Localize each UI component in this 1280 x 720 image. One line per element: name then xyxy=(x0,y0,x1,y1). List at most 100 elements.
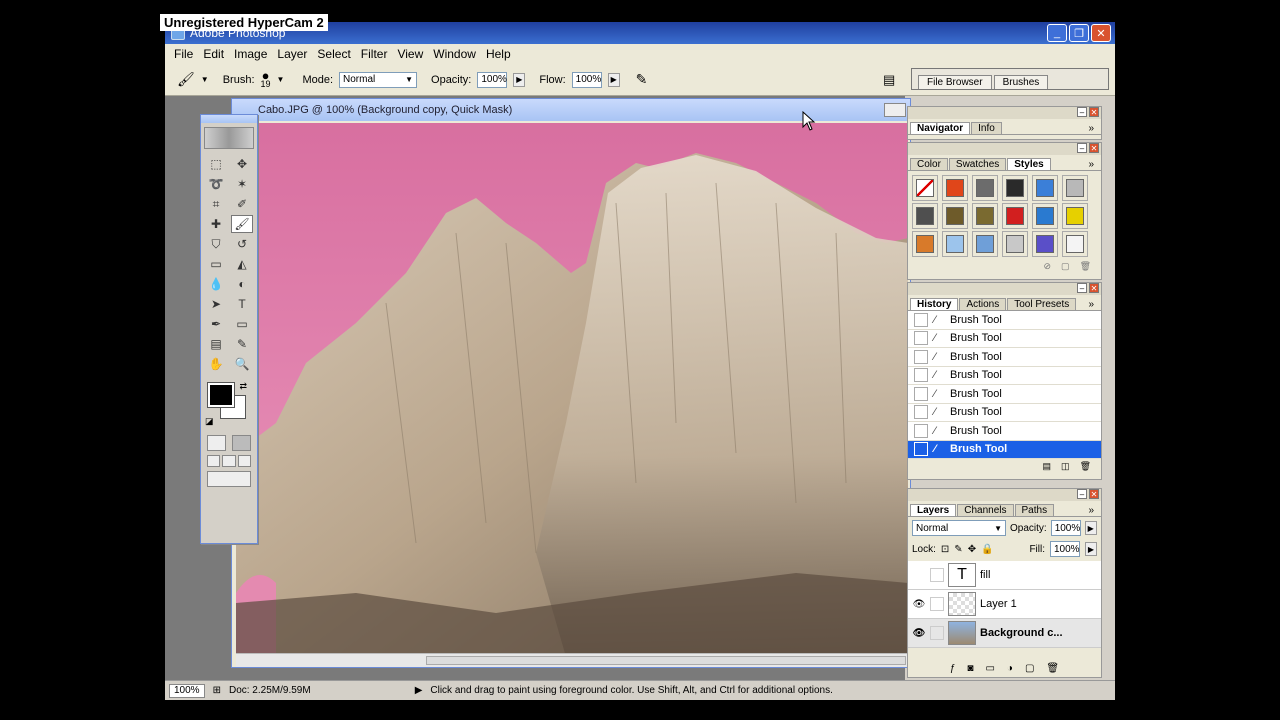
tab-paths[interactable]: Paths xyxy=(1014,504,1055,516)
new-style-icon[interactable]: ▢ xyxy=(1061,261,1070,272)
blend-mode-select[interactable]: Normal ▼ xyxy=(912,520,1006,536)
eraser-tool-icon[interactable]: ▭ xyxy=(205,255,227,273)
path-selection-tool-icon[interactable]: ➤ xyxy=(205,295,227,313)
layer-row[interactable]: T fill xyxy=(908,561,1101,590)
blur-tool-icon[interactable]: 💧 xyxy=(205,275,227,293)
standard-mode-button[interactable] xyxy=(207,435,226,451)
screen-mode-full-button[interactable] xyxy=(237,455,251,467)
opacity-slider-toggle-icon[interactable]: ▶ xyxy=(513,72,526,87)
panel-minimize-icon[interactable]: – xyxy=(1077,283,1087,293)
lasso-tool-icon[interactable]: ➰ xyxy=(205,175,227,193)
style-swatch[interactable] xyxy=(1062,231,1088,257)
panel-minimize-icon[interactable]: – xyxy=(1077,143,1087,153)
menu-view[interactable]: View xyxy=(392,47,428,61)
panel-close-icon[interactable]: ✕ xyxy=(1089,489,1099,499)
style-swatch[interactable] xyxy=(912,203,938,229)
tab-swatches[interactable]: Swatches xyxy=(948,158,1007,170)
magic-wand-tool-icon[interactable]: ✶ xyxy=(231,175,253,193)
screen-mode-standard-button[interactable] xyxy=(207,455,221,467)
hand-tool-icon[interactable]: ✋ xyxy=(205,355,227,373)
style-swatch[interactable] xyxy=(972,231,998,257)
new-set-icon[interactable]: ▭ xyxy=(985,663,994,674)
pen-tool-icon[interactable]: ✒ xyxy=(205,315,227,333)
lock-position-icon[interactable]: ✥ xyxy=(968,544,976,555)
brush-tool-icon[interactable]: 🖌 xyxy=(231,215,253,233)
panel-close-icon[interactable]: ✕ xyxy=(1089,107,1099,117)
history-item[interactable]: ⁄ Brush Tool xyxy=(908,329,1101,348)
lock-pixels-icon[interactable]: ✎ xyxy=(954,544,962,555)
delete-layer-icon[interactable]: 🗑 xyxy=(1046,663,1059,674)
style-swatch[interactable] xyxy=(1032,231,1058,257)
link-toggle[interactable] xyxy=(930,626,944,640)
layer-row-selected[interactable]: 👁 Background c... xyxy=(908,619,1101,648)
jump-to-imageready-button[interactable] xyxy=(207,471,251,487)
notes-tool-icon[interactable]: ▤ xyxy=(205,335,227,353)
tab-navigator[interactable]: Navigator xyxy=(910,122,971,134)
status-arrow-icon[interactable]: ▶ xyxy=(415,685,423,696)
style-swatch[interactable] xyxy=(1062,203,1088,229)
clear-style-icon[interactable]: ⊘ xyxy=(1044,261,1052,272)
minimize-button[interactable]: _ xyxy=(1047,24,1067,42)
foreground-color-swatch[interactable] xyxy=(207,382,235,408)
restore-button[interactable]: ❐ xyxy=(1069,24,1089,42)
palette-well-tab-brushes[interactable]: Brushes xyxy=(993,75,1049,89)
menu-file[interactable]: File xyxy=(169,47,198,61)
airbrush-toggle-icon[interactable]: ✎ xyxy=(636,71,648,88)
horizontal-scrollbar[interactable] xyxy=(236,653,908,667)
menu-select[interactable]: Select xyxy=(312,47,355,61)
opacity-input[interactable]: 100% xyxy=(477,71,508,88)
eye-icon[interactable]: 👁 xyxy=(908,599,930,610)
brush-preset-icon[interactable]: 🖌 xyxy=(177,71,195,88)
scrollbar-thumb[interactable] xyxy=(426,656,906,665)
image-canvas[interactable] xyxy=(236,123,908,657)
eyedropper-tool-icon[interactable]: ✎ xyxy=(231,335,253,353)
style-swatch[interactable] xyxy=(942,175,968,201)
tab-channels[interactable]: Channels xyxy=(957,504,1014,516)
history-item[interactable]: ⁄ Brush Tool xyxy=(908,403,1101,422)
history-item[interactable]: ⁄ Brush Tool xyxy=(908,385,1101,404)
new-layer-icon[interactable]: ▢ xyxy=(1025,663,1034,674)
delete-state-icon[interactable]: 🗑 xyxy=(1080,461,1091,472)
new-document-from-state-icon[interactable]: ▤ xyxy=(1043,461,1052,472)
panel-menu-icon[interactable]: » xyxy=(1082,299,1100,310)
style-swatch[interactable] xyxy=(942,231,968,257)
style-swatch[interactable] xyxy=(1062,175,1088,201)
paint-bucket-tool-icon[interactable]: ◭ xyxy=(231,255,253,273)
style-swatch[interactable] xyxy=(972,203,998,229)
layer-style-icon[interactable]: ƒ xyxy=(950,663,956,674)
palette-well-tab-file-browser[interactable]: File Browser xyxy=(918,75,992,89)
tab-layers[interactable]: Layers xyxy=(910,504,957,516)
panel-minimize-icon[interactable]: – xyxy=(1077,489,1087,499)
preset-chevron-down-icon[interactable]: ▼ xyxy=(201,75,209,84)
lock-transparency-icon[interactable]: ⊡ xyxy=(941,544,949,555)
style-swatch[interactable] xyxy=(1002,231,1028,257)
history-brush-tool-icon[interactable]: ↺ xyxy=(231,235,253,253)
panel-menu-icon[interactable]: » xyxy=(1082,505,1100,516)
healing-brush-tool-icon[interactable]: ✚ xyxy=(205,215,227,233)
tab-tool-presets[interactable]: Tool Presets xyxy=(1007,298,1077,310)
quick-mask-mode-button[interactable] xyxy=(232,435,251,451)
crop-tool-icon[interactable]: ⌗ xyxy=(205,195,227,213)
panel-menu-icon[interactable]: » xyxy=(1082,123,1100,134)
screen-mode-full-menu-button[interactable] xyxy=(222,455,236,467)
tab-history[interactable]: History xyxy=(910,298,959,310)
toolbox-titlebar[interactable] xyxy=(201,115,257,123)
marquee-tool-icon[interactable]: ⬚ xyxy=(205,155,227,173)
fill-input[interactable]: 100% xyxy=(1050,541,1080,557)
eye-icon[interactable]: 👁 xyxy=(908,628,930,639)
tab-info[interactable]: Info xyxy=(971,122,1002,134)
style-swatch[interactable] xyxy=(942,203,968,229)
layer-opacity-toggle-icon[interactable]: ▶ xyxy=(1084,521,1097,535)
tab-color[interactable]: Color xyxy=(910,158,948,170)
fill-toggle-icon[interactable]: ▶ xyxy=(1085,542,1097,556)
style-swatch[interactable] xyxy=(1002,175,1028,201)
history-item[interactable]: ⁄ Brush Tool xyxy=(908,311,1101,330)
style-swatch[interactable] xyxy=(912,231,938,257)
lock-all-icon[interactable]: 🔒 xyxy=(981,544,993,555)
default-colors-icon[interactable]: ◪ xyxy=(205,416,214,427)
add-mask-icon[interactable]: ◙ xyxy=(967,663,973,674)
panel-minimize-icon[interactable]: – xyxy=(1077,107,1087,117)
palette-toggle-icon[interactable]: ▤ xyxy=(883,72,895,88)
menu-filter[interactable]: Filter xyxy=(356,47,393,61)
history-item[interactable]: ⁄ Brush Tool xyxy=(908,348,1101,367)
